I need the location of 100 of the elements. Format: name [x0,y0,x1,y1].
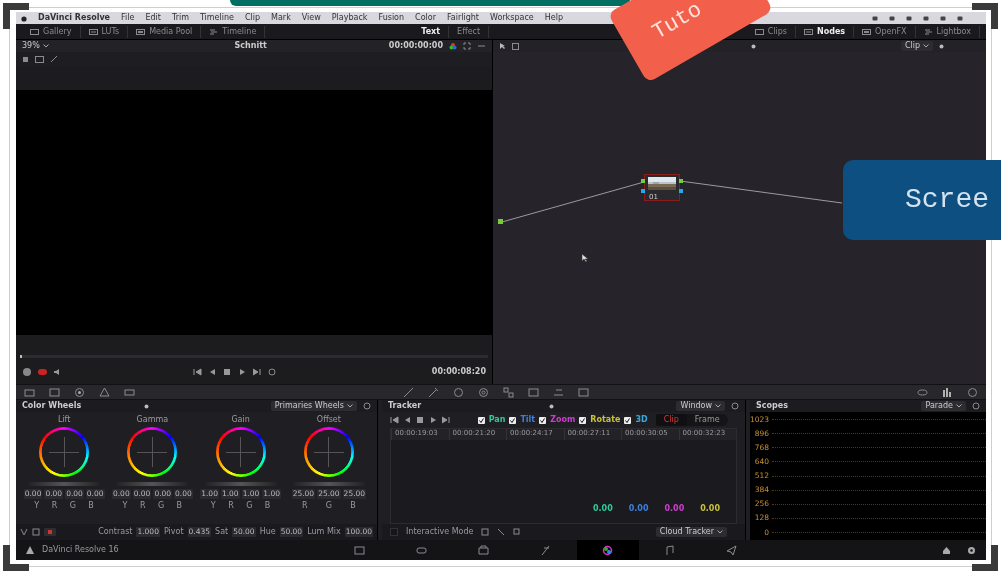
checkbox[interactable] [390,528,398,536]
panel-title: Color Wheels [22,402,82,410]
menu-item[interactable]: Fusion [378,14,405,22]
checkbox[interactable] [539,416,547,424]
zoom-dropdown[interactable]: 39% [22,42,49,50]
scope-toggle[interactable]: Frame [686,414,728,426]
step-back-icon[interactable] [403,416,412,424]
toolbar-tab[interactable]: LUTs [80,25,129,38]
wheel-icon[interactable] [74,386,85,398]
toolbar-tab[interactable]: Clips [746,25,796,38]
wheel-label: Gamma [136,416,169,424]
skip-forward-icon[interactable] [442,416,451,424]
pen-icon[interactable] [497,528,506,536]
eye-icon[interactable] [917,386,928,398]
toolbar-tab[interactable]: Media Pool [128,25,202,38]
menu-item[interactable]: Fairlight [446,14,479,22]
sticker-text: Tuto [647,0,708,48]
panel-title: Scopes [756,402,788,410]
mode-dropdown[interactable]: Primaries Wheels [270,401,357,411]
input-port[interactable] [498,219,503,224]
skip-back-icon[interactable] [390,416,399,424]
channel-label: G [69,501,76,510]
toolbar-tab[interactable]: Text [413,25,450,38]
record-icon[interactable] [38,369,47,375]
page-tab[interactable] [576,540,639,560]
color-wheel[interactable] [39,427,90,477]
nodes-icon[interactable] [503,386,514,398]
status-icon [906,15,912,21]
checkbox[interactable] [579,416,587,424]
fullscreen-icon[interactable] [463,42,471,50]
speaker-icon[interactable] [53,368,61,376]
toolbar-tab[interactable]: Nodes [796,25,855,38]
checkbox-label: Interactive Mode [406,528,474,536]
menu-item[interactable]: Help [544,14,563,22]
corner-bracket [3,545,29,571]
triangle-icon[interactable] [99,386,110,398]
grid-icon[interactable] [512,42,519,50]
info-icon[interactable] [967,386,978,398]
stop-icon[interactable] [416,416,425,424]
menu-item[interactable]: Mark [271,14,291,22]
toolbar-tab[interactable]: Lightbox [915,25,980,38]
app-menu[interactable]: DaVinci Resolve [38,14,111,22]
menu-item[interactable]: Playback [331,14,368,22]
clip-name: Schnitt [234,42,267,50]
skip-back-icon[interactable] [193,368,202,376]
adjustment-label: Hue [259,528,276,536]
graph-reading: 0.00 [664,505,685,513]
frame-icon[interactable] [35,55,44,63]
color-wheel[interactable] [303,427,354,477]
menu-item[interactable]: Clip [244,14,261,22]
menu-item[interactable]: Color [415,14,436,22]
pointer-icon[interactable] [499,42,506,50]
skip-forward-icon[interactable] [253,368,262,376]
circle-icon[interactable] [453,386,464,398]
checkbox[interactable] [509,416,517,424]
mode-dropdown[interactable]: Clip [900,41,933,51]
checkbox[interactable] [477,416,485,424]
toolbar-tab[interactable]: OpenFX [854,25,916,38]
box-icon[interactable] [578,386,589,398]
rectangle-icon[interactable] [124,386,135,398]
menu-item[interactable]: Trim [171,14,189,22]
step-back-icon[interactable] [208,368,217,376]
record-icon[interactable] [44,528,56,536]
status-icon [957,15,963,21]
play-icon[interactable] [429,416,438,424]
adjustment-label: Lum Mix [307,528,341,536]
loop-icon[interactable] [268,368,277,376]
color-wheel[interactable] [127,427,178,477]
channel-label: G [325,501,332,510]
menu-item[interactable]: File [121,14,135,22]
graph-reading: 0.00 [593,505,613,513]
menu-item[interactable]: Edit [145,14,161,22]
dot-icon [549,403,555,409]
scope-toggle[interactable]: Clip [655,414,687,426]
adjustment-label: Sat [215,528,229,536]
stop-icon[interactable] [223,368,232,376]
play-icon[interactable] [238,368,247,376]
frame-icon[interactable] [481,528,490,536]
toolbar-tab[interactable]: Effect [449,25,490,38]
color-dots-icon[interactable] [449,42,457,50]
wand-icon[interactable] [50,55,58,63]
toolbar-tab[interactable]: Timeline [201,25,266,38]
menu-item[interactable]: Workspace [490,14,534,22]
color-wheel[interactable] [215,427,266,477]
mode-dropdown[interactable]: Window [676,401,725,411]
settings-icon[interactable] [967,545,976,555]
checkbox[interactable] [624,416,632,424]
tracker-dropdown[interactable]: Cloud Tracker [655,527,727,537]
frame-icon[interactable] [32,528,40,536]
target-icon[interactable] [478,386,489,398]
channel-label: R [302,501,308,510]
chevron-down-icon [42,44,49,48]
mode-dropdown[interactable]: Parade [921,401,966,411]
panel-icon [754,27,764,36]
home-icon[interactable] [942,545,951,555]
eyedropper-icon[interactable] [428,386,439,398]
menu-item[interactable]: Timeline [199,14,234,22]
menu-item[interactable]: View [301,14,321,22]
toolbar-tab[interactable]: Gallery [22,25,81,38]
bars-icon[interactable] [942,386,953,398]
